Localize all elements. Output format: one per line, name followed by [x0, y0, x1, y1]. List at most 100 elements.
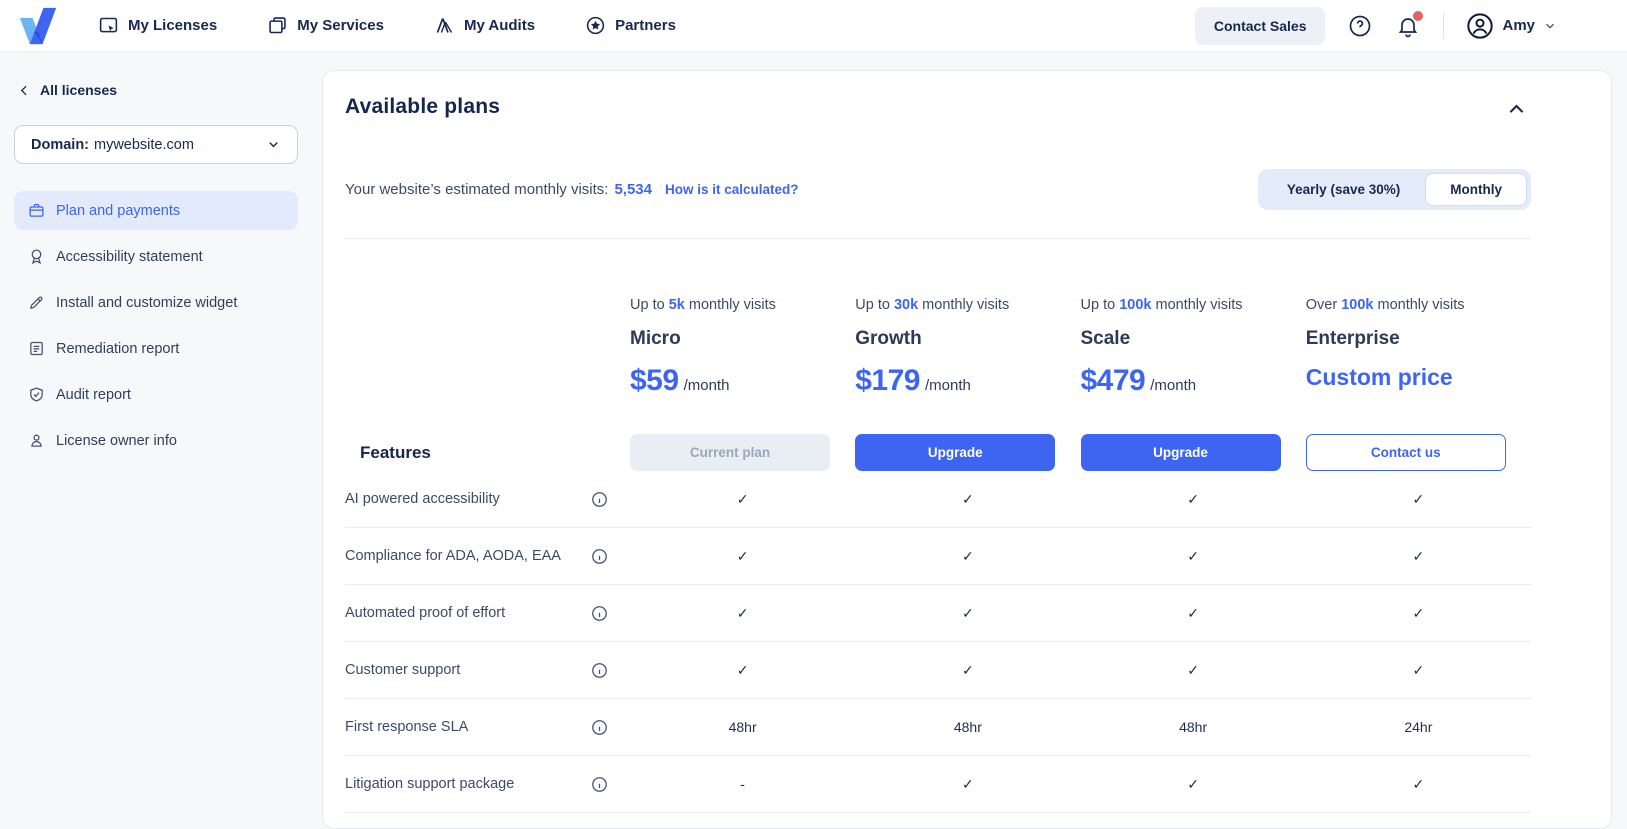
feature-value-cell: -: [630, 776, 855, 792]
chevron-down-icon: [1543, 19, 1557, 33]
toggle-option-monthly[interactable]: Monthly: [1425, 173, 1527, 206]
plan-column-enterprise: Over 100k monthly visits Enterprise Cust…: [1306, 297, 1531, 398]
info-icon[interactable]: [591, 605, 608, 622]
feature-row-ai-powered-accessibility: AI powered accessibility ✓ ✓ ✓ ✓: [345, 471, 1531, 528]
nav-item-partners[interactable]: Partners: [585, 15, 676, 36]
contact-sales-button[interactable]: Contact Sales: [1195, 7, 1326, 45]
feature-label: Automated proof of effort: [345, 605, 505, 621]
domain-select[interactable]: Domain: mywebsite.com: [14, 125, 298, 164]
nav-item-label: My Licenses: [128, 17, 217, 34]
nav-item-my-services[interactable]: My Services: [267, 15, 384, 36]
sidebar-item-license-owner-info[interactable]: License owner info: [14, 421, 298, 460]
info-icon[interactable]: [591, 776, 608, 793]
feature-value-cell: ✓: [1306, 776, 1531, 793]
plan-name: Micro: [630, 328, 830, 350]
feature-value-cell: 48hr: [630, 719, 855, 735]
help-button[interactable]: [1347, 13, 1373, 39]
estimated-visits-value: 5,534: [614, 181, 652, 198]
feature-value-cell: ✓: [855, 662, 1080, 679]
feature-label: Compliance for ADA, AODA, EAA: [345, 548, 561, 564]
chevron-left-icon: [18, 84, 31, 97]
help-icon: [1348, 14, 1372, 38]
sidebar-item-remediation-report[interactable]: Remediation report: [14, 329, 298, 368]
user-menu[interactable]: Amy: [1466, 12, 1557, 40]
feature-value-cell: ✓: [630, 605, 855, 622]
sidebar-item-plan-and-payments[interactable]: Plan and payments: [14, 191, 298, 230]
primary-nav: My Licenses My Services My Audits Partne…: [98, 15, 676, 36]
nav-item-label: Partners: [615, 17, 676, 34]
pencil-icon: [28, 294, 45, 311]
brand-logo-icon[interactable]: [18, 6, 58, 46]
feature-value-cell: ✓: [855, 491, 1080, 508]
plan-period: /month: [1150, 377, 1196, 394]
nav-item-my-licenses[interactable]: My Licenses: [98, 15, 217, 36]
nav-item-label: My Audits: [464, 17, 535, 34]
feature-label: First response SLA: [345, 719, 468, 735]
feature-value-cell: 48hr: [855, 719, 1080, 735]
plan-period: /month: [684, 377, 730, 394]
feature-value-cell: 24hr: [1306, 719, 1531, 735]
nav-item-label: My Services: [297, 17, 384, 34]
feature-value-cell: ✓: [1306, 491, 1531, 508]
notification-dot: [1413, 11, 1423, 21]
feature-value-cell: ✓: [1306, 662, 1531, 679]
back-to-all-licenses-link[interactable]: All licenses: [14, 82, 298, 98]
plan-column-growth: Up to 30k monthly visits Growth $179 /mo…: [855, 297, 1080, 398]
feature-row-compliance: Compliance for ADA, AODA, EAA ✓ ✓ ✓ ✓: [345, 528, 1531, 585]
plan-price: $479: [1081, 364, 1146, 398]
plan-column-micro: Up to 5k monthly visits Micro $59 /month: [630, 297, 855, 398]
collapse-section-button[interactable]: [1502, 95, 1531, 127]
nav-item-my-audits[interactable]: My Audits: [434, 15, 535, 36]
section-divider: [345, 238, 1531, 239]
sidebar-item-label: License owner info: [56, 433, 177, 449]
plan-price: $179: [855, 364, 920, 398]
toggle-option-yearly[interactable]: Yearly (save 30%): [1262, 173, 1425, 206]
how-is-it-calculated-link[interactable]: How is it calculated?: [665, 182, 799, 197]
feature-row-automated-proof-of-effort: Automated proof of effort ✓ ✓ ✓ ✓: [345, 585, 1531, 642]
sidebar-item-accessibility-statement[interactable]: Accessibility statement: [14, 237, 298, 276]
info-icon[interactable]: [591, 662, 608, 679]
feature-value-cell: ✓: [855, 548, 1080, 565]
features-heading: Features: [360, 443, 630, 463]
feature-value-cell: ✓: [1081, 548, 1306, 565]
feature-value-cell: ✓: [1306, 548, 1531, 565]
feature-value-cell: ✓: [1306, 605, 1531, 622]
plan-buttons-row: Features Current plan Upgrade Upgrade Co…: [345, 434, 1531, 471]
plan-column-scale: Up to 100k monthly visits Scale $479 /mo…: [1081, 297, 1306, 398]
feature-value-cell: 48hr: [1081, 719, 1306, 735]
upgrade-button-growth[interactable]: Upgrade: [855, 434, 1055, 471]
current-plan-button: Current plan: [630, 434, 830, 471]
services-icon: [267, 15, 288, 36]
notifications-button[interactable]: [1395, 13, 1421, 39]
available-plans-card: Available plans Your website’s estimated…: [322, 70, 1612, 829]
shield-icon: [28, 386, 45, 403]
medal-icon: [28, 248, 45, 265]
feature-value-cell: ✓: [855, 776, 1080, 793]
sidebar-item-install-customize-widget[interactable]: Install and customize widget: [14, 283, 298, 322]
document-icon: [28, 340, 45, 357]
domain-label: Domain:: [31, 137, 89, 153]
info-icon[interactable]: [591, 491, 608, 508]
feature-row-customer-support: Customer support ✓ ✓ ✓ ✓: [345, 642, 1531, 699]
sidebar-item-label: Install and customize widget: [56, 295, 237, 311]
sidebar-item-audit-report[interactable]: Audit report: [14, 375, 298, 414]
feature-value-cell: ✓: [1081, 662, 1306, 679]
contact-us-button[interactable]: Contact us: [1306, 434, 1506, 471]
sidebar-item-label: Remediation report: [56, 341, 179, 357]
feature-label: Customer support: [345, 662, 460, 678]
estimated-visits-label: Your website’s estimated monthly visits:: [345, 181, 608, 198]
feature-value-cell: ✓: [855, 605, 1080, 622]
feature-value-cell: ✓: [1081, 491, 1306, 508]
feature-label: Litigation support package: [345, 776, 514, 792]
info-icon[interactable]: [591, 548, 608, 565]
nav-divider: [1443, 13, 1444, 39]
feature-value-cell: ✓: [630, 662, 855, 679]
sidebar-item-label: Plan and payments: [56, 203, 180, 219]
user-name: Amy: [1502, 17, 1535, 34]
info-icon[interactable]: [591, 719, 608, 736]
billing-period-toggle: Yearly (save 30%) Monthly: [1258, 169, 1531, 210]
feature-row-first-response-sla: First response SLA 48hr 48hr 48hr 24hr: [345, 699, 1531, 756]
audits-icon: [434, 15, 455, 36]
upgrade-button-scale[interactable]: Upgrade: [1081, 434, 1281, 471]
sidebar-menu: Plan and payments Accessibility statemen…: [14, 191, 298, 460]
